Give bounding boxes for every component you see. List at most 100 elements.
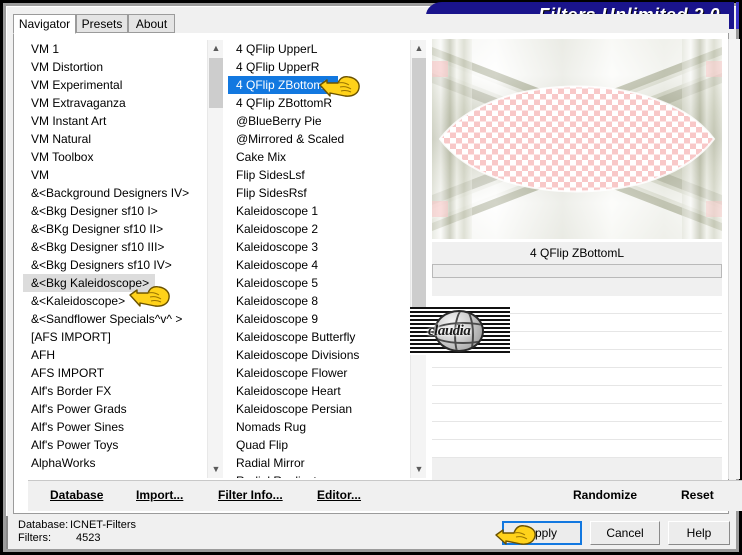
database-button[interactable]: Database — [50, 488, 103, 502]
scroll-down-icon[interactable]: ▼ — [208, 461, 223, 478]
list-item[interactable]: Nomads Rug — [228, 418, 410, 436]
tab-strip: Navigator Presets About — [13, 14, 729, 34]
apply-button[interactable]: Apply — [502, 521, 582, 545]
parameter-strip[interactable] — [432, 264, 722, 278]
help-button[interactable]: Help — [668, 521, 730, 545]
tab-navigator[interactable]: Navigator — [13, 14, 76, 34]
list-item[interactable]: Kaleidoscope 2 — [228, 220, 410, 238]
category-scroll-thumb[interactable] — [209, 58, 223, 108]
list-item[interactable]: Radial Mirror — [228, 454, 410, 472]
filter-listbox[interactable]: 4 QFlip UpperL 4 QFlip UpperR 4 QFlip ZBot… — [227, 39, 427, 479]
claudia-watermark: claudia — [410, 307, 510, 355]
cancel-button[interactable]: Cancel — [590, 521, 660, 545]
list-item[interactable]: Cake Mix — [228, 148, 410, 166]
filter-scroll-thumb[interactable] — [412, 58, 426, 348]
list-item[interactable]: VM Experimental — [23, 76, 207, 94]
tab-presets[interactable]: Presets — [76, 14, 128, 33]
list-item[interactable]: VM Extravaganza — [23, 94, 207, 112]
preview-pane[interactable] — [432, 39, 722, 239]
list-item[interactable]: Alf's Power Toys — [23, 436, 207, 454]
parameter-scrollbar[interactable] — [728, 39, 740, 479]
list-item-selected-row: &<Bkg Kaleidoscope> — [23, 274, 207, 292]
status-filters-count: 4523 — [76, 532, 101, 544]
import-button[interactable]: Import... — [136, 488, 183, 502]
category-scrollbar[interactable]: ▲ ▼ — [207, 40, 223, 478]
parameter-row — [432, 404, 722, 422]
filter-list-items: 4 QFlip UpperL 4 QFlip UpperR 4 QFlip ZBot… — [228, 40, 410, 478]
list-item[interactable]: @BlueBerry Pie — [228, 112, 410, 130]
list-item[interactable]: VM Instant Art — [23, 112, 207, 130]
list-item[interactable]: Kaleidoscope Heart — [228, 382, 410, 400]
list-item[interactable]: 4 QFlip ZBottomR — [228, 94, 410, 112]
parameter-row — [432, 440, 722, 458]
filter-info-button[interactable]: Filter Info... — [218, 488, 283, 502]
list-item[interactable]: Alf's Power Sines — [23, 418, 207, 436]
category-listbox[interactable]: VM 1 VM Distortion VM Experimental VM Extra… — [22, 39, 224, 479]
list-item[interactable]: Kaleidoscope Flower — [228, 364, 410, 382]
filter-scrollbar[interactable]: ▲ ▼ — [410, 40, 426, 478]
list-item[interactable]: Kaleidoscope 4 — [228, 256, 410, 274]
list-item[interactable]: Kaleidoscope Persian — [228, 400, 410, 418]
list-item[interactable]: &<Bkg Designers sf10 IV> — [23, 256, 207, 274]
help-button-label: Help — [686, 526, 712, 540]
watermark-text: claudia — [428, 323, 471, 339]
list-item[interactable]: &<Kaleidoscope> — [23, 292, 207, 310]
list-item[interactable]: AFH — [23, 346, 207, 364]
list-item[interactable]: 4 QFlip UpperL — [228, 40, 410, 58]
list-item[interactable]: Kaleidoscope Divisions — [228, 346, 410, 364]
scroll-down-icon[interactable]: ▼ — [411, 461, 426, 478]
list-item[interactable]: VM Natural — [23, 130, 207, 148]
randomize-button[interactable]: Randomize — [573, 488, 637, 502]
tab-navigator-label: Navigator — [18, 17, 71, 31]
list-item[interactable]: Quad Flip — [228, 436, 410, 454]
list-item[interactable]: Flip SidesRsf — [228, 184, 410, 202]
list-item[interactable]: Kaleidoscope 5 — [228, 274, 410, 292]
selected-filter-name-label: 4 QFlip ZBottomL — [529, 246, 625, 260]
list-item[interactable]: [AFS IMPORT] — [23, 328, 207, 346]
list-item[interactable]: VM Toolbox — [23, 148, 207, 166]
list-item[interactable]: @Mirrored & Scaled — [228, 130, 410, 148]
list-item[interactable]: Kaleidoscope 1 — [228, 202, 410, 220]
list-item-selected-row: 4 QFlip ZBottomL — [228, 76, 410, 94]
list-item[interactable]: Kaleidoscope 8 — [228, 292, 410, 310]
editor-button[interactable]: Editor... — [317, 488, 361, 502]
list-item[interactable]: &<Bkg Kaleidoscope> — [23, 274, 156, 292]
status-filters-label: Filters: — [18, 532, 51, 544]
list-item[interactable]: VM 1 — [23, 40, 207, 58]
list-item[interactable]: &<Background Designers IV> — [23, 184, 207, 202]
navigator-panel: VM 1 VM Distortion VM Experimental VM Extra… — [13, 33, 742, 514]
apply-button-label: Apply — [526, 526, 558, 540]
parameter-row — [432, 422, 722, 440]
list-item[interactable]: &<Bkg Designer sf10 III> — [23, 238, 207, 256]
scroll-up-icon[interactable]: ▲ — [411, 40, 426, 57]
list-item[interactable]: 4 QFlip UpperR — [228, 58, 410, 76]
list-item[interactable]: &<BKg Designer sf10 II> — [23, 220, 207, 238]
tab-about[interactable]: About — [128, 14, 175, 33]
filters-unlimited-window: Filters Unlimited 2.0 Navigator Presets … — [0, 0, 742, 555]
list-item[interactable]: Alf's Power Grads — [23, 400, 207, 418]
parameter-spacer — [432, 278, 722, 296]
list-item[interactable]: VM — [23, 166, 207, 184]
status-database-value: ICNET-Filters — [70, 519, 136, 531]
scroll-up-icon[interactable]: ▲ — [208, 40, 223, 57]
list-item[interactable]: Kaleidoscope 9 — [228, 310, 410, 328]
list-item[interactable]: Kaleidoscope 3 — [228, 238, 410, 256]
list-item[interactable]: 4 QFlip ZBottomL — [228, 76, 339, 94]
title-bar-edge — [736, 2, 739, 29]
list-item[interactable]: Alf's Border FX — [23, 382, 207, 400]
list-item[interactable]: Flip SidesLsf — [228, 166, 410, 184]
parameter-row — [432, 368, 722, 386]
list-item[interactable]: Radial Replicate — [228, 472, 410, 478]
reset-button[interactable]: Reset — [681, 488, 714, 502]
list-item[interactable]: &<Bkg Designer sf10 I> — [23, 202, 207, 220]
list-item[interactable]: AlphaWorks — [23, 454, 207, 472]
selected-filter-name: 4 QFlip ZBottomL — [432, 242, 722, 264]
list-item[interactable]: Kaleidoscope Butterfly — [228, 328, 410, 346]
list-item[interactable]: VM Distortion — [23, 58, 207, 76]
tab-presets-label: Presets — [81, 16, 123, 31]
list-item[interactable]: &<Sandflower Specials^v^ > — [23, 310, 207, 328]
list-item[interactable]: AFS IMPORT — [23, 364, 207, 382]
cancel-button-label: Cancel — [606, 526, 644, 540]
category-list-items: VM 1 VM Distortion VM Experimental VM Extra… — [23, 40, 207, 478]
parameter-row — [432, 386, 722, 404]
